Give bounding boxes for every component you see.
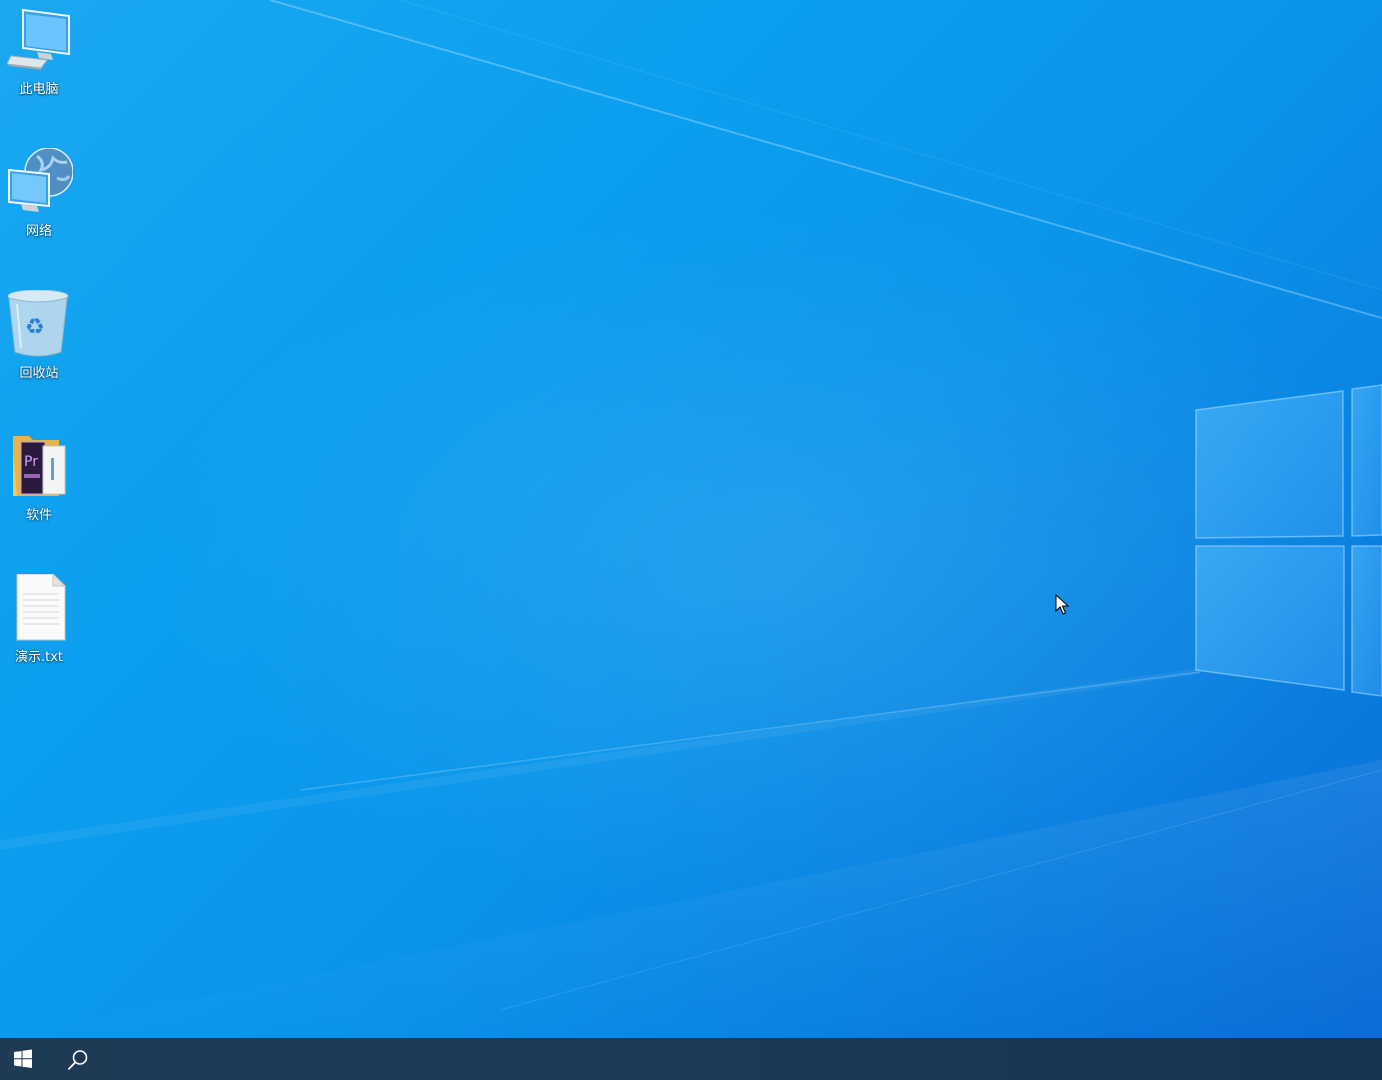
desktop-icon-network[interactable]: 网络	[4, 148, 74, 258]
mouse-pointer-icon	[1055, 594, 1069, 615]
desktop-icon-label: 演示.txt	[14, 650, 64, 665]
desktop-icon-software-folder[interactable]: Pr 软件	[4, 432, 74, 542]
search-button[interactable]	[54, 1038, 100, 1080]
desktop-icon-text-file[interactable]: 演示.txt	[4, 574, 74, 684]
svg-text:♻: ♻	[25, 315, 45, 340]
taskbar	[0, 1038, 1382, 1080]
search-icon	[68, 1050, 88, 1070]
desktop-icon-recycle-bin[interactable]: ♻ 回收站	[4, 290, 74, 400]
recycle-bin-icon: ♻	[7, 290, 69, 357]
this-pc-icon	[7, 8, 70, 70]
desktop-icon-label: 回收站	[19, 366, 59, 381]
desktop-icon-label: 此电脑	[19, 82, 59, 97]
desktop[interactable]: 此电脑 网络 ♻ 回收站 Pr 软件 演示.txt	[0, 0, 1382, 1080]
desktop-icon-label: 软件	[25, 508, 52, 523]
network-icon	[8, 148, 73, 212]
windows-logo-icon	[14, 1049, 32, 1068]
start-button[interactable]	[0, 1038, 46, 1080]
text-file-icon	[16, 574, 67, 641]
desktop-icon-this-pc[interactable]: 此电脑	[4, 6, 74, 116]
wallpaper	[0, 0, 1382, 1038]
svg-text:Pr: Pr	[24, 454, 38, 470]
desktop-icon-label: 网络	[25, 224, 52, 239]
folder-icon: Pr	[13, 436, 66, 496]
desktop-icon-grid: 此电脑 网络 ♻ 回收站 Pr 软件 演示.txt	[0, 0, 80, 700]
